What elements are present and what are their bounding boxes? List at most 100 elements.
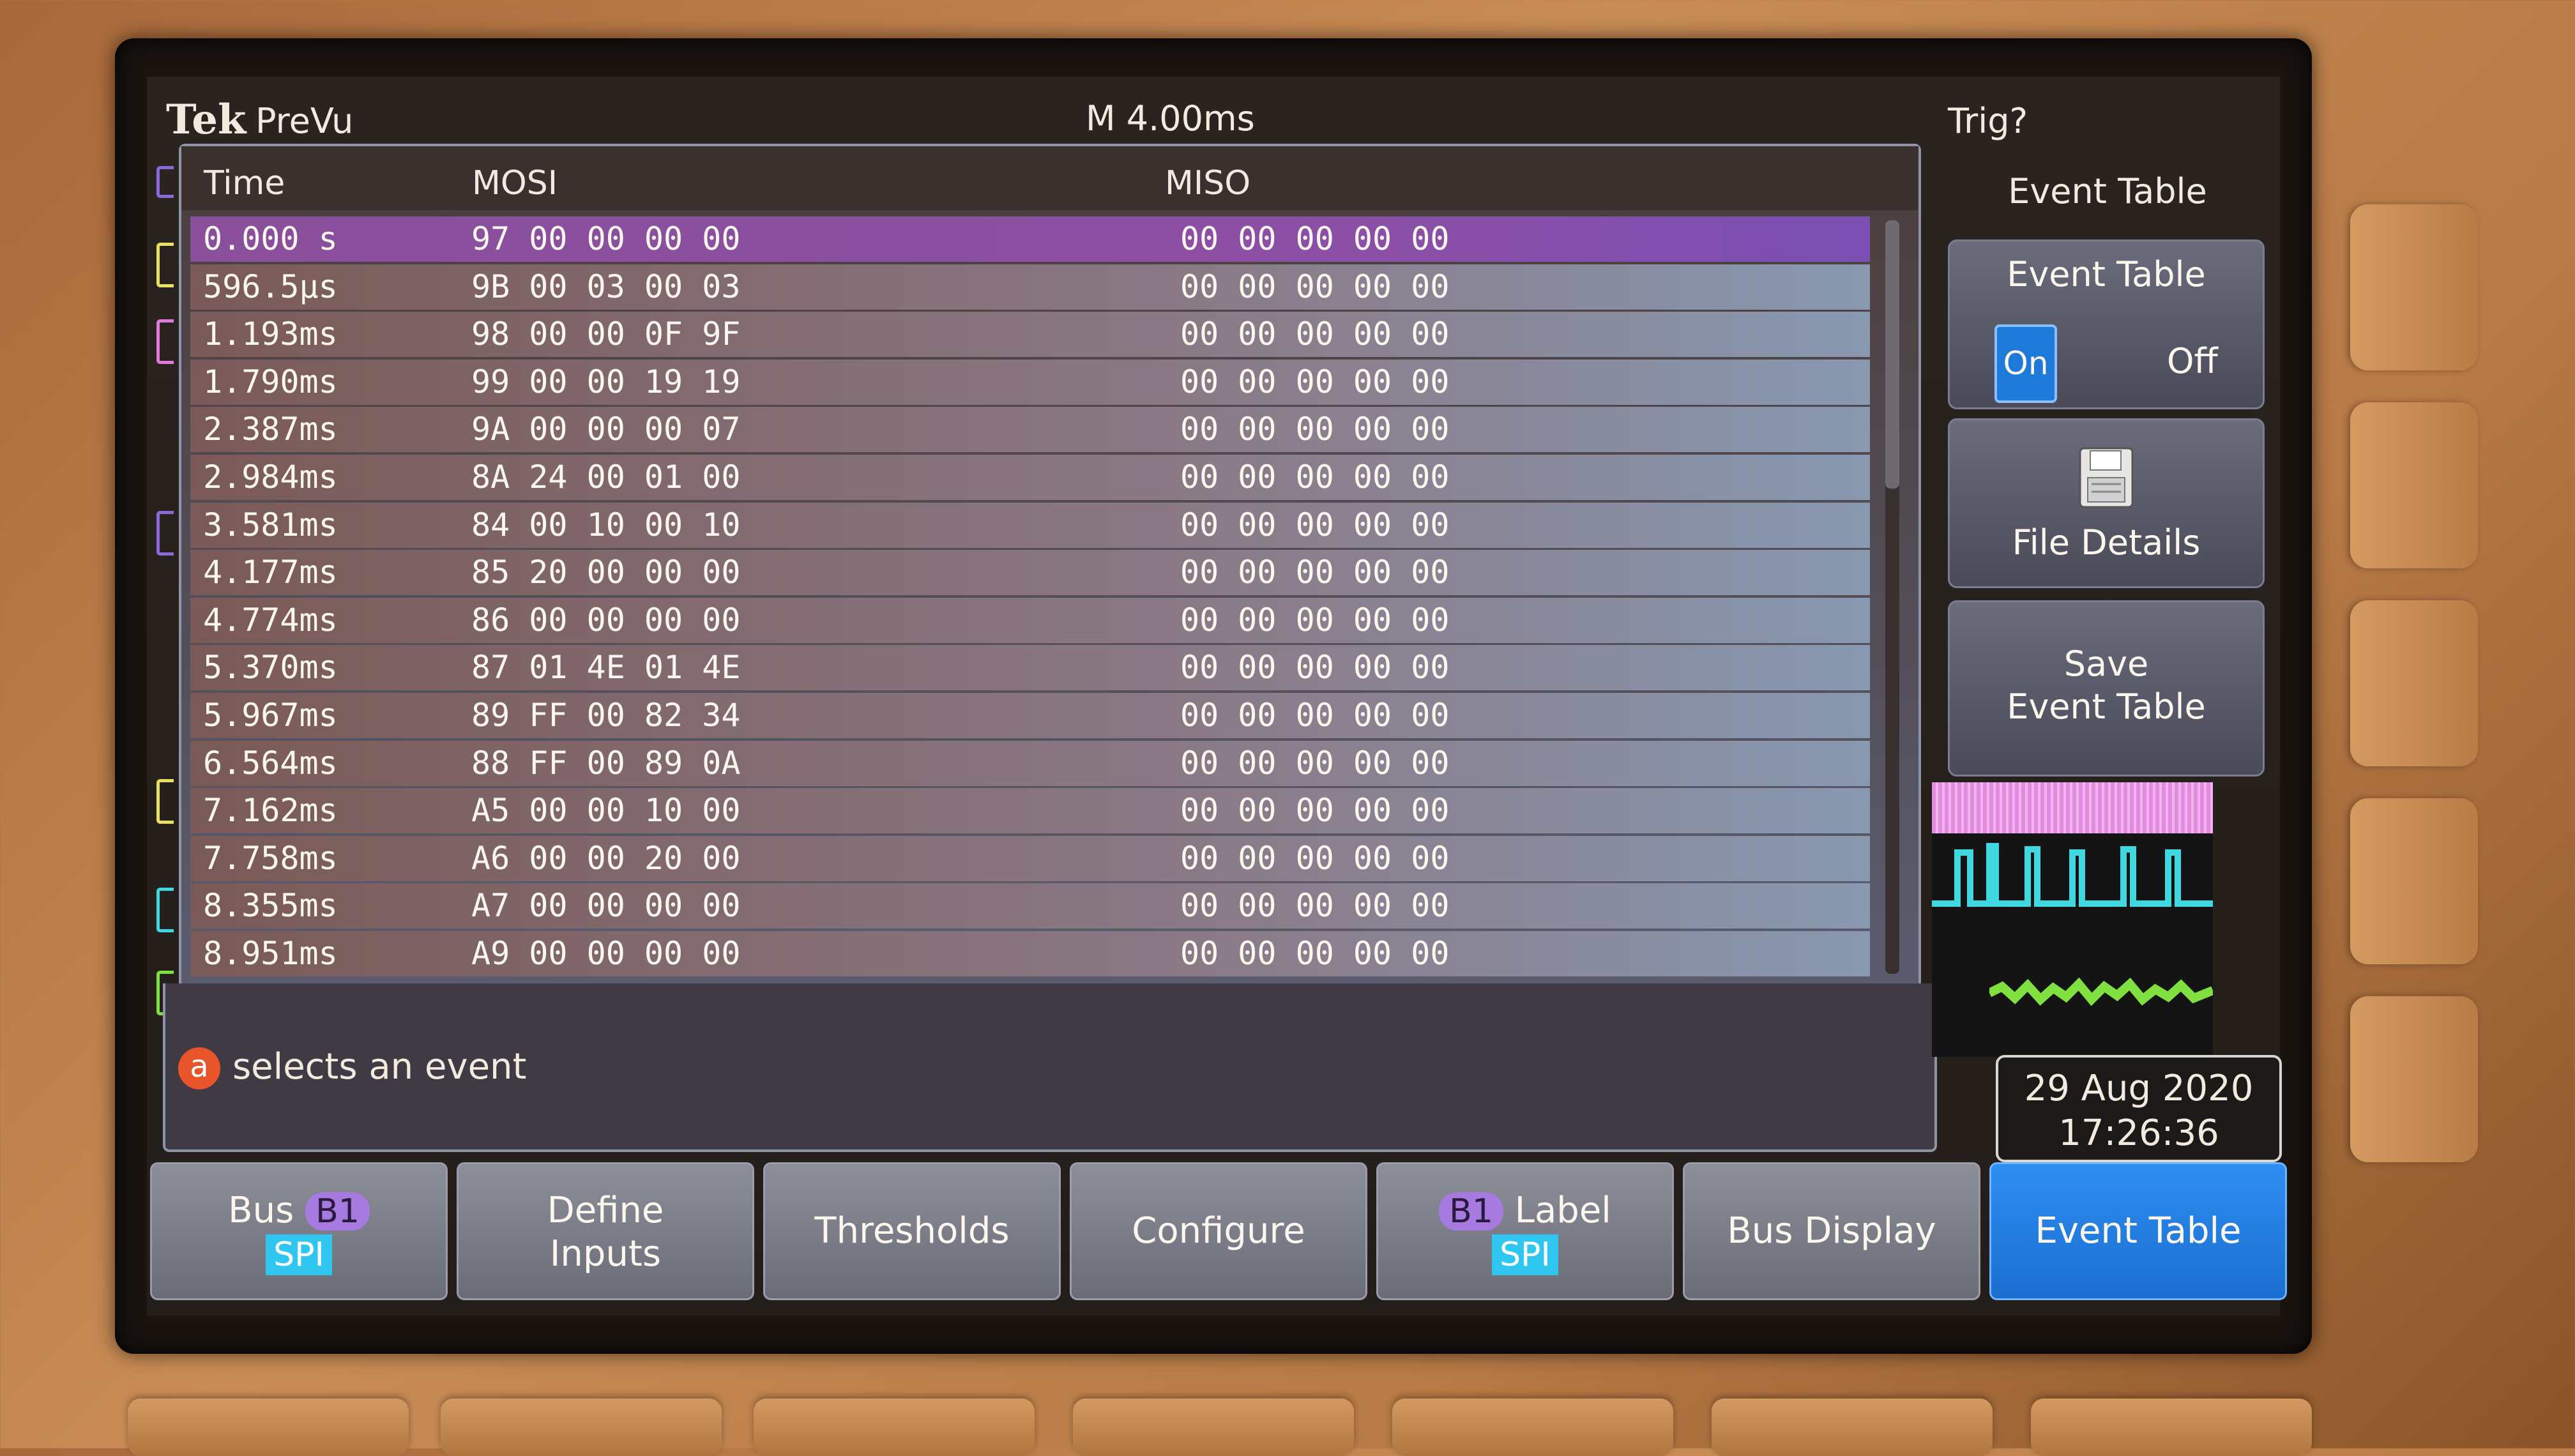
- cell-miso: 00 00 00 00 00: [1180, 363, 1450, 400]
- save-label-line2: Event Table: [2007, 686, 2206, 727]
- marker-2: [156, 243, 174, 287]
- cell-mosi: 85 20 00 00 00: [471, 554, 741, 591]
- col-header-mosi: MOSI: [472, 164, 558, 202]
- bus-label: Bus: [228, 1190, 294, 1231]
- cell-time: 0.000 s: [203, 220, 338, 257]
- side-menu: Event Table Event Table On Off File Deta…: [1935, 144, 2280, 782]
- marker-5: [156, 779, 174, 824]
- cell-miso: 00 00 00 00 00: [1180, 601, 1450, 639]
- cell-mosi: 9B 00 03 00 03: [471, 268, 741, 305]
- b1-label-button[interactable]: B1 Label SPI: [1376, 1162, 1674, 1300]
- table-row[interactable]: 4.774ms 86 00 00 00 00 00 00 00 00 00: [190, 597, 1870, 643]
- bottom-bezel-key-1[interactable]: [128, 1399, 409, 1456]
- event-table-panel: Time MOSI MISO 0.000 s 97 00 00 00 00 00 0…: [179, 144, 1921, 989]
- table-header: Time MOSI MISO: [181, 146, 1918, 210]
- hint-text: selects an event: [232, 1046, 527, 1088]
- table-scrollbar[interactable]: [1885, 220, 1899, 974]
- side-bezel-key-1[interactable]: [2350, 204, 2478, 370]
- cell-mosi: 99 00 00 19 19: [471, 363, 741, 400]
- table-row[interactable]: 1.193ms 98 00 00 0F 9F 00 00 00 00 00: [190, 312, 1870, 358]
- table-row[interactable]: 2.984ms 8A 24 00 01 00 00 00 00 00 00: [190, 454, 1870, 500]
- cell-time: 2.387ms: [203, 411, 338, 448]
- table-row[interactable]: 5.967ms 89 FF 00 82 34 00 00 00 00 00: [190, 692, 1870, 738]
- cell-mosi: 98 00 00 0F 9F: [471, 315, 741, 353]
- status-bar: Tek PreVu M 4.00ms Trig?: [166, 96, 2274, 147]
- cell-time: 596.5µs: [203, 268, 338, 305]
- save-event-table-button[interactable]: Save Event Table: [1948, 600, 2265, 777]
- bottom-bezel-key-6[interactable]: [1712, 1399, 1993, 1456]
- label-text: Label: [1514, 1190, 1611, 1231]
- cell-miso: 00 00 00 00 00: [1180, 411, 1450, 448]
- cell-miso: 00 00 00 00 00: [1180, 220, 1450, 257]
- cell-mosi: 97 00 00 00 00: [471, 220, 741, 257]
- file-details-label: File Details: [2012, 522, 2201, 563]
- cell-miso: 00 00 00 00 00: [1180, 268, 1450, 305]
- bottom-bezel-key-2[interactable]: [441, 1399, 722, 1456]
- table-row[interactable]: 7.758ms A6 00 00 20 00 00 00 00 00 00: [190, 835, 1870, 881]
- configure-button[interactable]: Configure: [1070, 1162, 1367, 1300]
- hint-panel: a selects an event: [163, 983, 1937, 1152]
- bus-button[interactable]: Bus B1 SPI: [150, 1162, 448, 1300]
- side-menu-title: Event Table: [2008, 171, 2207, 211]
- event-table-toggle[interactable]: Event Table On Off: [1948, 239, 2265, 409]
- side-bezel-key-5[interactable]: [2350, 996, 2478, 1162]
- table-row[interactable]: 8.355ms A7 00 00 00 00 00 00 00 00 00: [190, 883, 1870, 929]
- bottom-bezel-key-5[interactable]: [1392, 1399, 1673, 1456]
- date-time-display: 29 Aug 2020 17:26:36: [1996, 1055, 2282, 1162]
- cell-miso: 00 00 00 00 00: [1180, 506, 1450, 543]
- file-details-button[interactable]: File Details: [1948, 418, 2265, 588]
- col-header-time: Time: [204, 164, 285, 202]
- label-type-badge: SPI: [1492, 1234, 1558, 1275]
- cell-mosi: 8A 24 00 01 00: [471, 458, 741, 496]
- timebase-readout: M 4.00ms: [1086, 98, 1255, 139]
- side-bezel-key-3[interactable]: [2350, 600, 2478, 766]
- pink-trace: [1932, 782, 2213, 833]
- floppy-disk-icon: [2079, 447, 2134, 508]
- marker-4: [156, 511, 174, 556]
- cell-time: 5.967ms: [203, 696, 338, 734]
- table-row[interactable]: 5.370ms 87 01 4E 01 4E 00 00 00 00 00: [190, 645, 1870, 691]
- save-label-line1: Save: [2063, 644, 2149, 684]
- cell-mosi: A6 00 00 20 00: [471, 839, 741, 877]
- table-row[interactable]: 2.387ms 9A 00 00 00 07 00 00 00 00 00: [190, 407, 1870, 453]
- bottom-bezel-key-4[interactable]: [1073, 1399, 1354, 1456]
- define-inputs-button[interactable]: Define Inputs: [457, 1162, 754, 1300]
- cell-mosi: 9A 00 00 00 07: [471, 411, 741, 448]
- toggle-label: Event Table: [2007, 254, 2206, 294]
- toggle-off[interactable]: Off: [2167, 324, 2218, 398]
- cyan-trace: [1932, 843, 2213, 907]
- table-row[interactable]: 8.951ms A9 00 00 00 00 00 00 00 00 00: [190, 930, 1870, 976]
- cell-mosi: A5 00 00 10 00: [471, 792, 741, 830]
- table-row[interactable]: 6.564ms 88 FF 00 89 0A 00 00 00 00 00: [190, 740, 1870, 786]
- side-bezel-key-2[interactable]: [2350, 402, 2478, 568]
- scroll-thumb[interactable]: [1885, 220, 1899, 489]
- bus-type-badge: SPI: [266, 1234, 332, 1275]
- event-table-button[interactable]: Event Table: [1989, 1162, 2287, 1300]
- table-row[interactable]: 7.162ms A5 00 00 10 00 00 00 00 00 00: [190, 788, 1870, 834]
- table-row[interactable]: 596.5µs 9B 00 03 00 03 00 00 00 00 00: [190, 264, 1870, 310]
- date-text: 29 Aug 2020: [2024, 1068, 2254, 1109]
- cell-miso: 00 00 00 00 00: [1180, 887, 1450, 925]
- configure-label: Configure: [1132, 1210, 1305, 1252]
- bottom-bezel-key-7[interactable]: [2031, 1399, 2312, 1456]
- cell-miso: 00 00 00 00 00: [1180, 458, 1450, 496]
- bottom-menu: Bus B1 SPI Define Inputs Thresholds Conf…: [150, 1162, 2290, 1300]
- bottom-bezel-key-3[interactable]: [754, 1399, 1035, 1456]
- thresholds-button[interactable]: Thresholds: [763, 1162, 1061, 1300]
- cell-mosi: A9 00 00 00 00: [471, 934, 741, 972]
- cell-time: 1.790ms: [203, 363, 338, 400]
- cell-time: 3.581ms: [203, 506, 338, 543]
- side-bezel-key-4[interactable]: [2350, 798, 2478, 964]
- col-header-miso: MISO: [1165, 164, 1251, 202]
- cell-mosi: 88 FF 00 89 0A: [471, 744, 741, 782]
- marker-1: [156, 166, 174, 198]
- table-row[interactable]: 4.177ms 85 20 00 00 00 00 00 00 00 00: [190, 550, 1870, 596]
- cell-miso: 00 00 00 00 00: [1180, 315, 1450, 353]
- cell-time: 4.774ms: [203, 601, 338, 639]
- toggle-on[interactable]: On: [1994, 324, 2057, 403]
- cell-mosi: 89 FF 00 82 34: [471, 696, 741, 734]
- bus-display-button[interactable]: Bus Display: [1683, 1162, 1980, 1300]
- table-row[interactable]: 1.790ms 99 00 00 19 19 00 00 00 00 00: [190, 359, 1870, 405]
- table-row[interactable]: 0.000 s 97 00 00 00 00 00 00 00 00 00: [190, 216, 1870, 262]
- table-row[interactable]: 3.581ms 84 00 10 00 10 00 00 00 00 00: [190, 502, 1870, 548]
